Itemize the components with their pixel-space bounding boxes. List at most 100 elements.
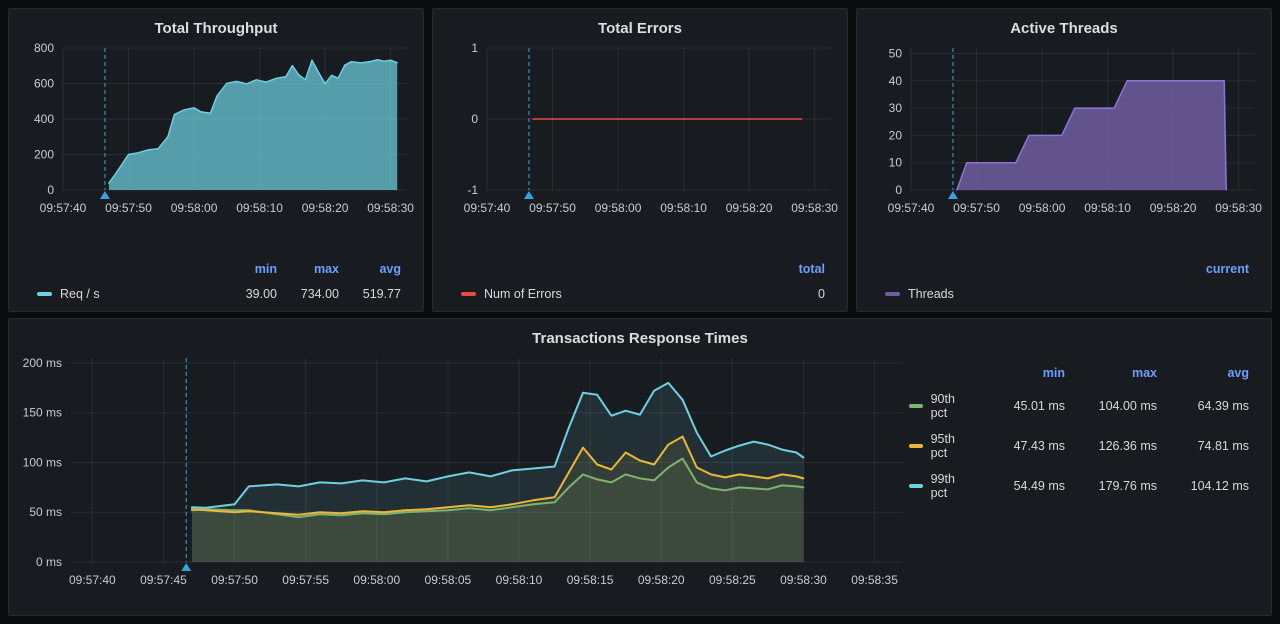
svg-text:09:57:40: 09:57:40 [888,201,935,215]
series-color-swatch [909,484,923,488]
legend-series-num-of-errors[interactable]: Num of Errors [461,287,763,301]
legend-value-total: 0 [763,287,825,301]
legend-series-req-s[interactable]: Req / s [37,287,215,301]
legend-header-max[interactable]: max [277,262,339,276]
threads-legend-headers: current [885,262,1249,276]
svg-text:09:58:30: 09:58:30 [780,573,827,587]
svg-text:09:57:50: 09:57:50 [211,573,258,587]
legend-series-label: 95th pct [931,432,971,460]
series-fill [192,383,804,562]
svg-text:09:58:30: 09:58:30 [367,201,414,215]
svg-text:09:57:50: 09:57:50 [953,201,1000,215]
response-legend: min max avg 90th pct 45.01 ms 104.00 ms … [909,366,1249,607]
throughput-legend: min max avg Req / s 39.00 734.00 519.77 [17,262,415,303]
series-color-swatch [37,292,52,296]
legend-series-label: Threads [908,287,954,301]
series-color-swatch [909,404,923,408]
response-plot-svg: 0 ms 50 ms 100 ms 150 ms 200 ms 09:57:40 09:57… [17,350,909,596]
svg-text:09:58:10: 09:58:10 [236,201,283,215]
throughput-legend-headers: min max avg [37,262,401,276]
legend-value-min: 45.01 ms [981,399,1065,413]
threads-plot-svg: 0102030405009:57:4009:57:5009:58:0009:58… [865,40,1263,220]
annotation-marker-icon [181,563,191,571]
axis-tick-labels: 10-109:57:4009:57:5009:58:0009:58:1009:5… [464,41,839,215]
threads-legend: current Threads [865,262,1263,303]
svg-text:09:58:00: 09:58:00 [171,201,218,215]
svg-text:09:57:55: 09:57:55 [282,573,329,587]
svg-text:09:58:00: 09:58:00 [353,573,400,587]
threads-chart: 0102030405009:57:4009:57:5009:58:0009:58… [865,40,1263,220]
svg-text:09:58:10: 09:58:10 [660,201,707,215]
svg-text:09:58:05: 09:58:05 [425,573,472,587]
errors-legend-headers: total [461,262,825,276]
svg-text:09:58:20: 09:58:20 [638,573,685,587]
svg-text:100 ms: 100 ms [23,455,62,469]
svg-text:50 ms: 50 ms [29,505,62,519]
panel-title-total-errors[interactable]: Total Errors [441,15,839,40]
svg-text:09:58:15: 09:58:15 [567,573,614,587]
panel-transactions-response-times: Transactions Response Times 0 ms 50 ms 100… [8,318,1272,616]
legend-series-99th-pct[interactable]: 99th pct [909,472,981,500]
throughput-chart: 020040060080009:57:4009:57:5009:58:0009:… [17,40,415,220]
legend-value-min: 47.43 ms [981,439,1065,453]
svg-text:0: 0 [47,183,54,197]
legend-header-min[interactable]: min [215,262,277,276]
dashboard-top-row: Total Throughput 020040060080009:57:4009… [8,8,1272,312]
errors-legend: total Num of Errors 0 [441,262,839,303]
svg-text:09:57:40: 09:57:40 [40,201,87,215]
svg-text:40: 40 [889,74,903,88]
svg-text:09:57:45: 09:57:45 [140,573,187,587]
panel-active-threads: Active Threads 0102030405009:57:4009:57:… [856,8,1272,312]
response-body: 0 ms 50 ms 100 ms 150 ms 200 ms 09:57:40 09:57… [17,350,1263,607]
svg-text:09:58:00: 09:58:00 [595,201,642,215]
series-fill [109,60,397,190]
legend-row-threads: Threads [885,287,1249,301]
legend-row-req-s: Req / s 39.00 734.00 519.77 [37,287,401,301]
svg-text:0 ms: 0 ms [36,555,62,569]
series-color-swatch [461,292,476,296]
svg-text:09:58:20: 09:58:20 [302,201,349,215]
legend-value-avg: 104.12 ms [1157,479,1249,493]
errors-chart: 10-109:57:4009:57:5009:58:0009:58:1009:5… [441,40,839,220]
legend-row-num-of-errors: Num of Errors 0 [461,287,825,301]
legend-header-avg[interactable]: avg [1157,366,1249,380]
svg-text:150 ms: 150 ms [23,406,62,420]
svg-text:09:57:40: 09:57:40 [69,573,116,587]
legend-series-label: Req / s [60,287,100,301]
legend-series-90th-pct[interactable]: 90th pct [909,392,981,420]
panel-total-throughput: Total Throughput 020040060080009:57:4009… [8,8,424,312]
legend-value-avg: 519.77 [339,287,401,301]
svg-text:30: 30 [889,101,903,115]
legend-header-total[interactable]: total [763,262,825,276]
panel-title-active-threads[interactable]: Active Threads [865,15,1263,40]
legend-value-max: 734.00 [277,287,339,301]
legend-header-avg[interactable]: avg [339,262,401,276]
series-color-swatch [885,292,900,296]
svg-text:09:58:35: 09:58:35 [851,573,898,587]
svg-text:09:58:20: 09:58:20 [726,201,773,215]
throughput-plot-svg: 020040060080009:57:4009:57:5009:58:0009:… [17,40,415,220]
svg-text:400: 400 [34,112,54,126]
panel-title-total-throughput[interactable]: Total Throughput [17,15,415,40]
legend-series-95th-pct[interactable]: 95th pct [909,432,981,460]
dashboard: Total Throughput 020040060080009:57:4009… [0,0,1280,624]
legend-series-label: Num of Errors [484,287,562,301]
legend-series-threads[interactable]: Threads [885,287,1187,301]
legend-value-max: 179.76 ms [1065,479,1157,493]
legend-value-max: 126.36 ms [1065,439,1157,453]
legend-value-min: 54.49 ms [981,479,1065,493]
svg-text:200: 200 [34,148,54,162]
svg-text:09:58:00: 09:58:00 [1019,201,1066,215]
legend-series-label: 99th pct [931,472,971,500]
legend-value-avg: 64.39 ms [1157,399,1249,413]
panel-title-transactions-response-times[interactable]: Transactions Response Times [17,325,1263,350]
svg-text:50: 50 [889,46,903,60]
svg-text:200 ms: 200 ms [23,356,62,370]
legend-header-min[interactable]: min [981,366,1065,380]
legend-value-avg: 74.81 ms [1157,439,1249,453]
svg-text:09:57:50: 09:57:50 [529,201,576,215]
annotation-marker-icon [948,191,958,199]
legend-header-max[interactable]: max [1065,366,1157,380]
legend-header-current[interactable]: current [1187,262,1249,276]
svg-text:600: 600 [34,77,54,91]
